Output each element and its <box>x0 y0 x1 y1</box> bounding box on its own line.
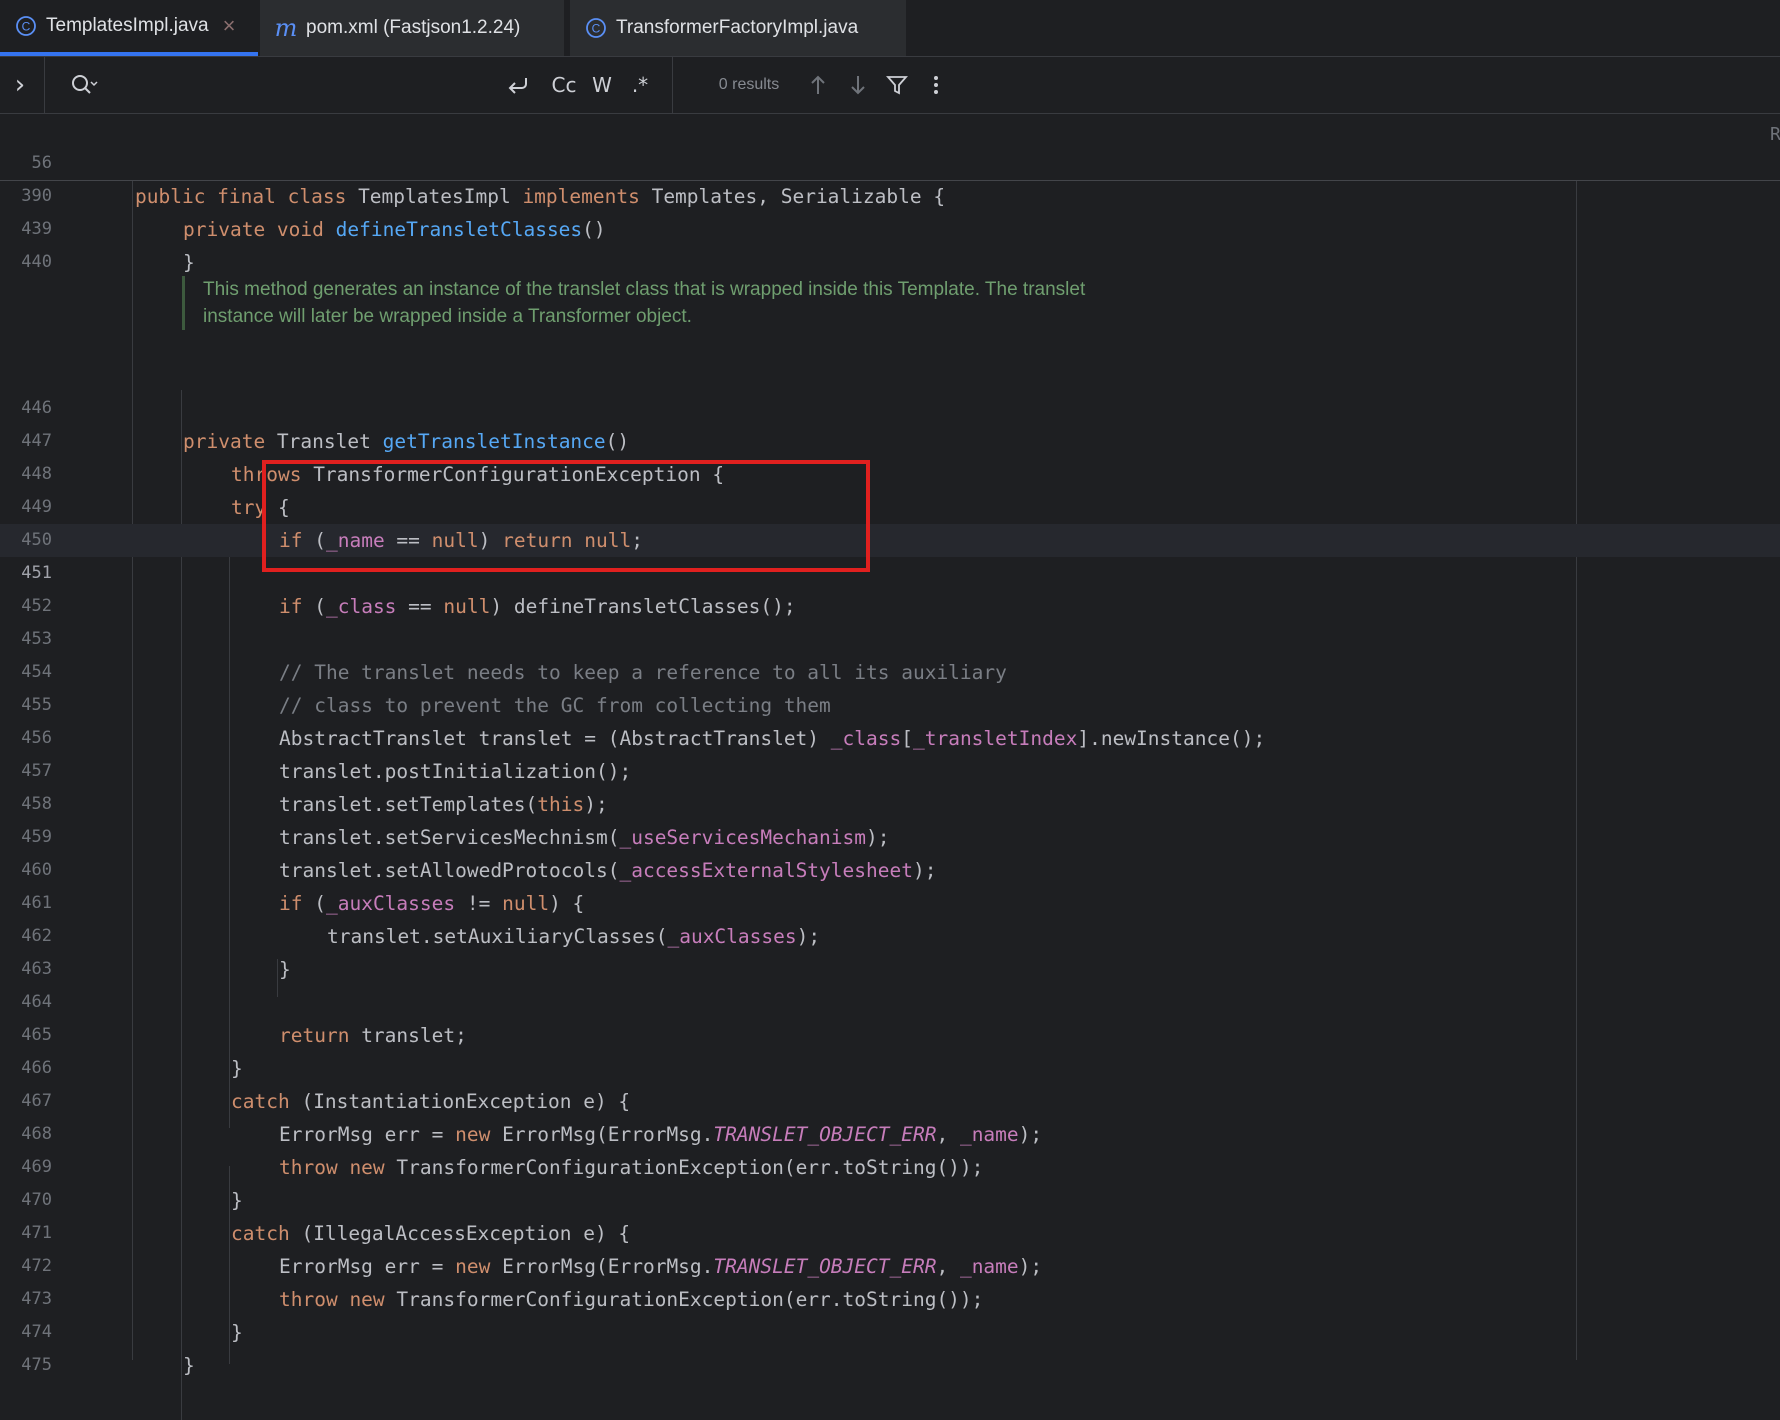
search-history-button[interactable] <box>64 57 104 113</box>
arrow-up-icon <box>811 75 825 94</box>
more-vertical-icon <box>934 76 938 94</box>
sticky-lines-header: 56 public final class TemplatesImpl impl… <box>0 114 1780 241</box>
regex-button[interactable]: .* <box>622 57 658 113</box>
tab-transformerfactoryimpl[interactable]: C TransformerFactoryImpl.java <box>570 0 906 56</box>
find-bar: › Cc W .* 0 results <box>0 57 1780 114</box>
code-line[interactable]: 453 // The translet needs to keep a refe… <box>0 590 1780 684</box>
close-icon[interactable]: × <box>223 13 236 39</box>
code-editor[interactable]: 56 public final class TemplatesImpl impl… <box>0 114 1780 1420</box>
tab-label: TemplatesImpl.java <box>46 15 209 36</box>
whole-words-button[interactable]: W <box>584 57 620 113</box>
line-number: 390 <box>21 186 52 206</box>
code-line[interactable]: 457 translet.setTemplates(this); <box>0 722 1780 816</box>
code-line[interactable]: 461 translet.setAuxiliaryClasses(_auxCla… <box>0 854 1780 948</box>
editor-tab-bar: C TemplatesImpl.java × m pom.xml (Fastjs… <box>0 0 1780 57</box>
doc-comment: This method generates an instance of the… <box>182 276 1143 330</box>
next-occurrence-button[interactable] <box>842 57 874 113</box>
code-line[interactable]: 462 } <box>0 887 1780 981</box>
return-icon <box>508 78 527 94</box>
code-line[interactable]: 473 } <box>0 1250 1780 1344</box>
code-line[interactable]: 448 try { <box>0 425 1780 519</box>
code-line[interactable]: 468 throw new TransformerConfigurationEx… <box>0 1085 1780 1179</box>
new-line-button[interactable] <box>500 57 536 113</box>
code-line[interactable]: 469 } <box>0 1118 1780 1212</box>
filter-icon <box>886 76 908 95</box>
code-line[interactable]: 470 catch (IllegalAccessException e) { <box>0 1151 1780 1245</box>
maven-icon: m <box>274 14 298 42</box>
code-line[interactable]: 463 <box>0 920 1780 979</box>
code-line[interactable]: 474 } <box>0 1283 1780 1377</box>
tab-templatesimpl[interactable]: C TemplatesImpl.java × <box>0 0 258 56</box>
annotation-highlight-box <box>262 460 870 572</box>
search-results-count: 0 results <box>718 76 780 93</box>
class-icon: C <box>14 14 38 38</box>
tab-label: pom.xml (Fastjson1.2.24) <box>306 17 521 38</box>
search-icon <box>72 75 98 94</box>
code-line[interactable]: 472 throw new TransformerConfigurationEx… <box>0 1217 1780 1311</box>
code-line[interactable]: 454 // class to prevent the GC from coll… <box>0 623 1780 717</box>
code-line[interactable]: 467 ErrorMsg err = new ErrorMsg(ErrorMsg… <box>0 1052 1780 1146</box>
sticky-line-method-declaration[interactable]: private void defineTransletClasses() <box>183 213 606 246</box>
code-line[interactable]: 465 } <box>0 986 1780 1080</box>
search-input[interactable] <box>108 57 488 113</box>
code-line[interactable]: 459 translet.setAllowedProtocols(_access… <box>0 788 1780 882</box>
svg-text:C: C <box>22 20 31 34</box>
chevron-right-icon: › <box>14 70 26 100</box>
line-number: 475 <box>21 1355 52 1375</box>
expand-replace-button[interactable]: › <box>0 57 40 113</box>
code-line[interactable]: 466 catch (InstantiationException e) { <box>0 1019 1780 1113</box>
match-case-button[interactable]: Cc <box>544 57 584 113</box>
code-line[interactable]: 458 translet.setServicesMechnism(_useSer… <box>0 755 1780 849</box>
arrow-down-icon <box>851 76 865 95</box>
code-line[interactable]: 475 <box>0 1316 1780 1375</box>
previous-occurrence-button[interactable] <box>802 57 834 113</box>
code-line[interactable]: 464 return translet; <box>0 953 1780 1047</box>
code-line[interactable]: 455 AbstractTranslet translet = (Abstrac… <box>0 656 1780 750</box>
reader-mode-marker: R <box>1770 124 1780 145</box>
sticky-line-class-declaration[interactable]: public final class TemplatesImpl impleme… <box>135 180 945 213</box>
code-line[interactable]: 447 throws TransformerConfigurationExcep… <box>0 392 1780 486</box>
code-line[interactable]: 471 ErrorMsg err = new ErrorMsg(ErrorMsg… <box>0 1184 1780 1278</box>
code-line[interactable]: 460 if (_auxClasses != null) { <box>0 821 1780 915</box>
more-options-button[interactable] <box>920 57 952 113</box>
tab-label: TransformerFactoryImpl.java <box>616 17 859 38</box>
code-line[interactable]: 446 private Translet getTransletInstance… <box>0 359 1780 453</box>
filter-button[interactable] <box>880 57 914 113</box>
svg-text:C: C <box>592 22 601 36</box>
code-line[interactable]: 456 translet.postInitialization(); <box>0 689 1780 783</box>
tab-pom-xml[interactable]: m pom.xml (Fastjson1.2.24) <box>260 0 564 56</box>
class-icon: C <box>584 16 608 40</box>
